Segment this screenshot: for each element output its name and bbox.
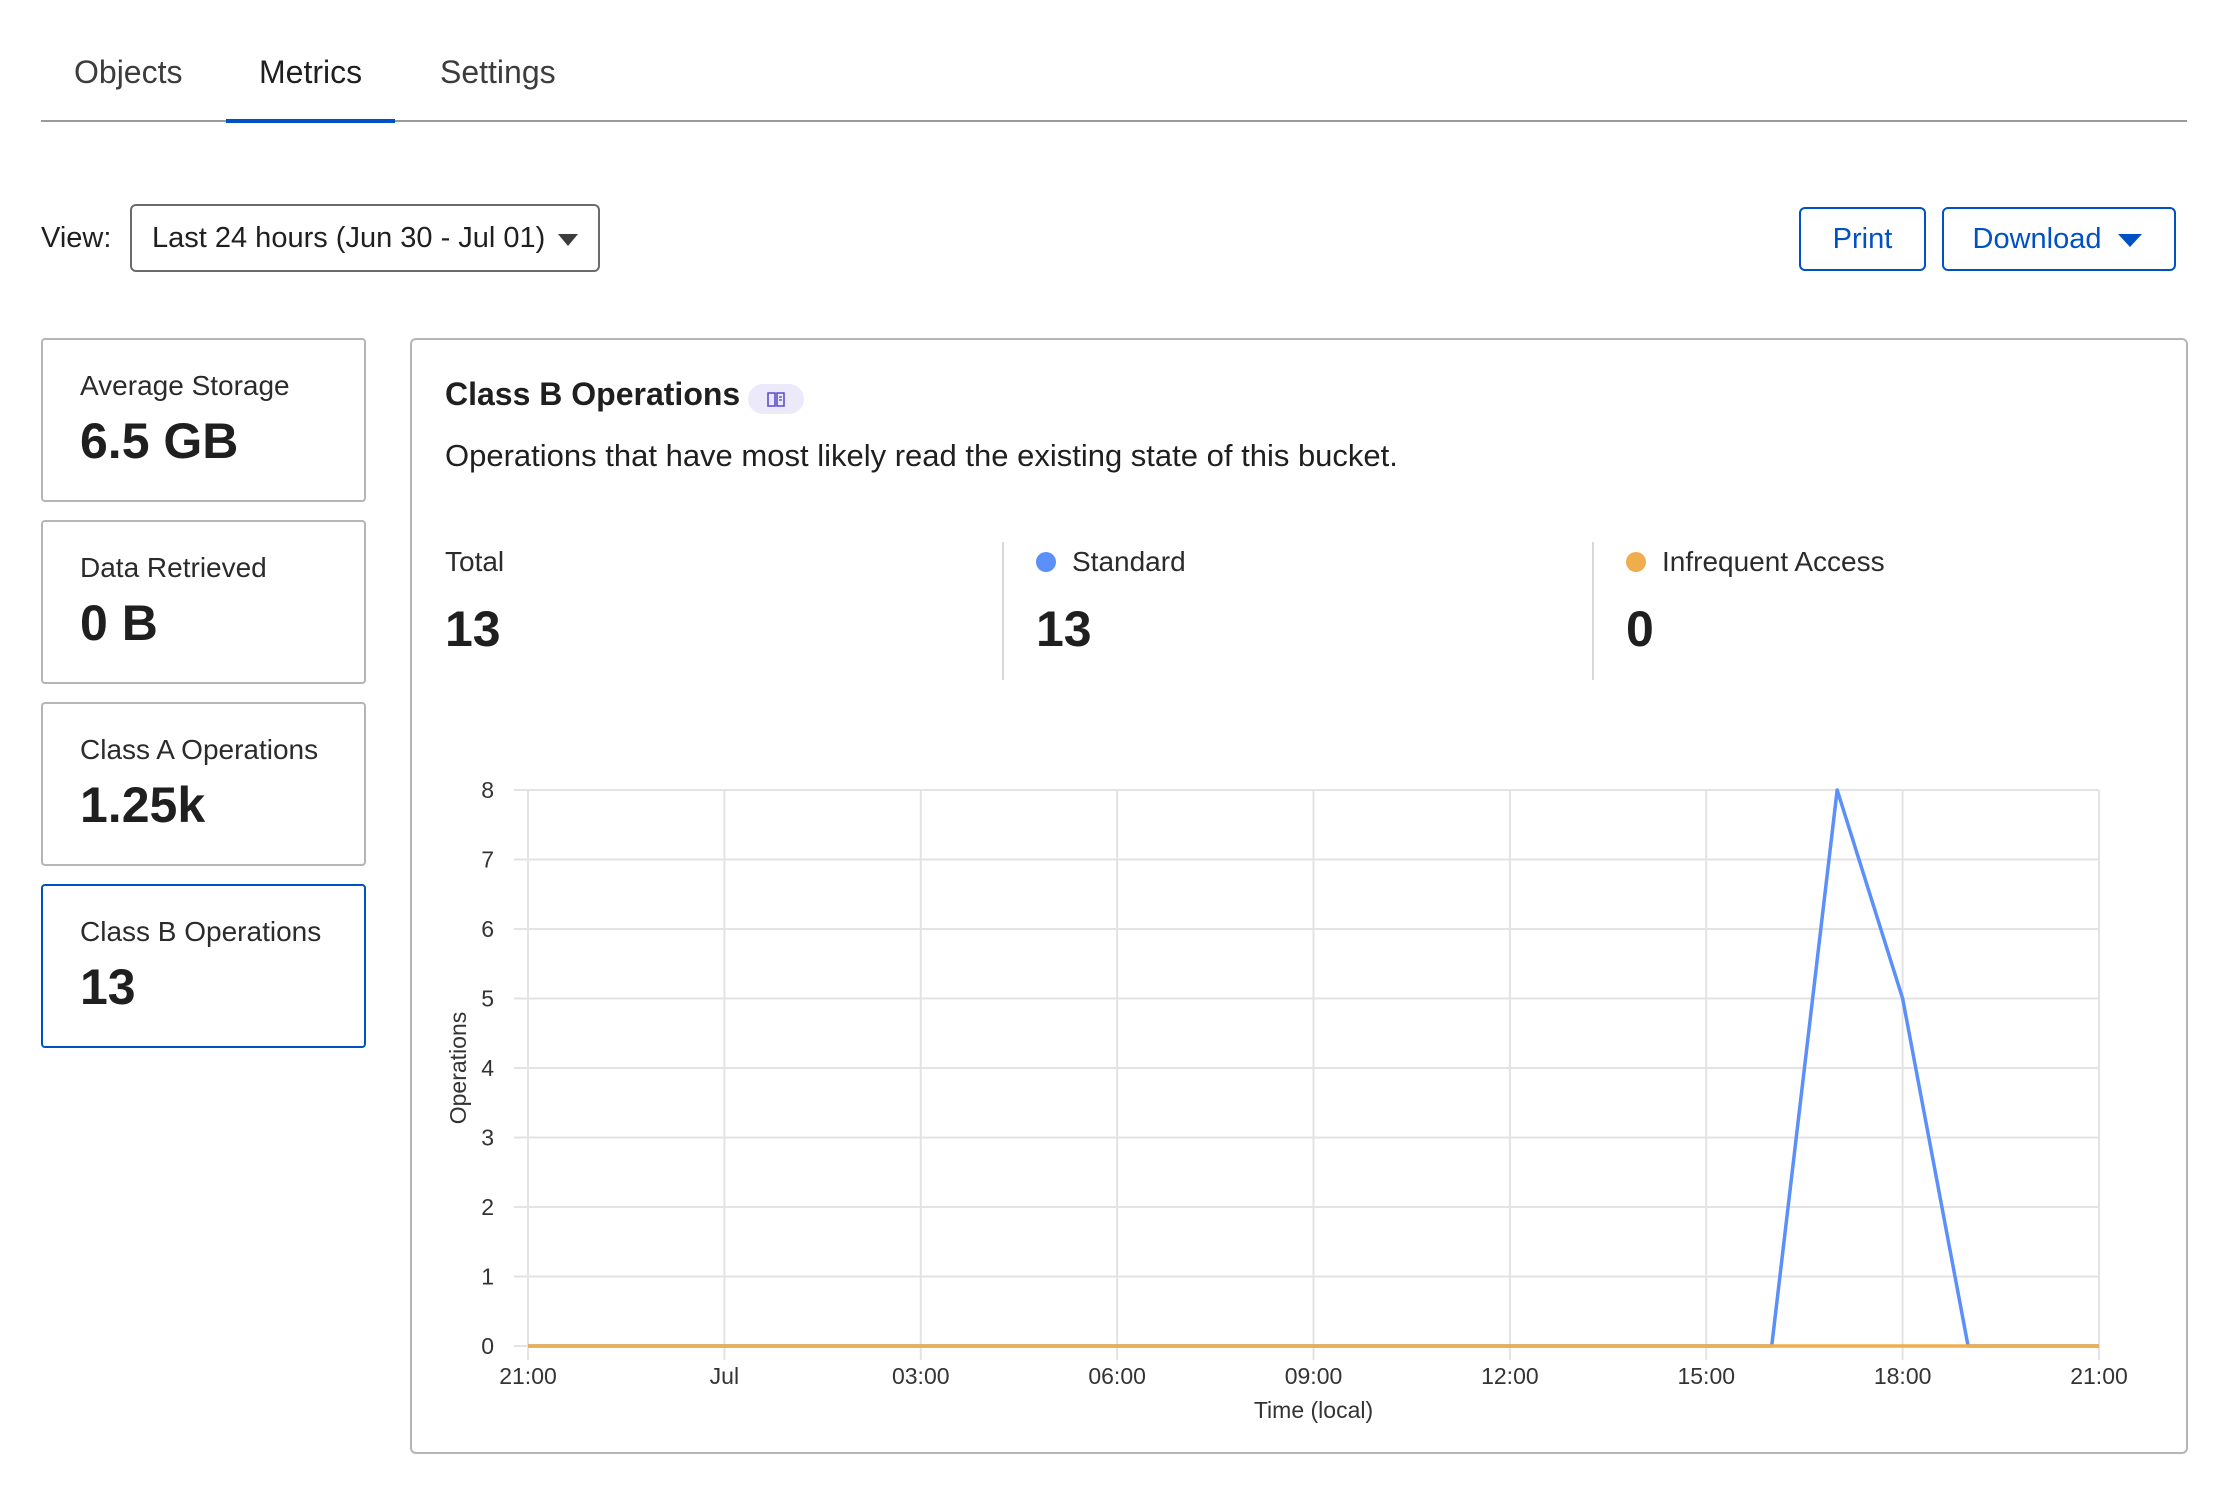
x-tick-label: Jul: [710, 1363, 739, 1389]
dropdown-caret-icon: [558, 234, 578, 246]
card-class-a-operations[interactable]: Class A Operations 1.25k: [41, 702, 366, 866]
download-button-label: Download: [1972, 223, 2102, 255]
card-data-retrieved[interactable]: Data Retrieved 0 B: [41, 520, 366, 684]
card-label: Class B Operations: [80, 916, 322, 947]
tab-bar: Objects Metrics Settings: [41, 0, 2187, 123]
x-tick-label: 15:00: [1677, 1363, 1735, 1389]
y-tick-label: 8: [481, 777, 494, 803]
card-label: Class A Operations: [80, 734, 319, 765]
view-label: View:: [41, 222, 112, 254]
x-tick-label: 12:00: [1481, 1363, 1539, 1389]
card-value: 6.5 GB: [80, 413, 239, 469]
card-label: Average Storage: [80, 370, 290, 401]
y-tick-label: 7: [481, 847, 494, 873]
view-select-value: Last 24 hours (Jun 30 - Jul 01): [152, 222, 546, 254]
x-tick-label: 06:00: [1088, 1363, 1146, 1389]
operations-line-chart: 0 1 2 3 4 5 6 7 8 21:00 Jul 03:00 06:00 09:00 12:00 15:…: [445, 777, 2128, 1423]
card-value: 0 B: [80, 595, 158, 651]
y-tick-label: 6: [481, 916, 494, 942]
card-value: 13: [80, 959, 136, 1015]
x-tick-label: 18:00: [1874, 1363, 1932, 1389]
x-tick-label: 21:00: [2070, 1363, 2128, 1389]
y-tick-label: 0: [481, 1333, 494, 1359]
download-button[interactable]: Download: [1942, 207, 2176, 271]
x-axis-label: Time (local): [1254, 1397, 1373, 1423]
card-average-storage[interactable]: Average Storage 6.5 GB: [41, 338, 366, 502]
y-tick-label: 5: [481, 986, 494, 1012]
x-tick-label: 09:00: [1285, 1363, 1343, 1389]
x-tick-label: 03:00: [892, 1363, 950, 1389]
tab-settings[interactable]: Settings: [407, 50, 589, 120]
y-axis-label: Operations: [445, 1012, 471, 1125]
card-value: 1.25k: [80, 777, 206, 833]
card-label: Data Retrieved: [80, 552, 267, 583]
print-button[interactable]: Print: [1799, 207, 1926, 271]
y-tick-label: 3: [481, 1125, 494, 1151]
y-tick-label: 4: [481, 1055, 494, 1081]
metrics-panel: Class B Operations Operations that have …: [410, 338, 2188, 1454]
tab-objects[interactable]: Objects: [41, 50, 215, 120]
y-tick-label: 2: [481, 1194, 494, 1220]
x-tick-label: 21:00: [499, 1363, 557, 1389]
view-select[interactable]: Last 24 hours (Jun 30 - Jul 01): [130, 204, 600, 272]
tab-metrics[interactable]: Metrics: [226, 50, 396, 123]
y-tick-label: 1: [481, 1264, 494, 1290]
card-class-b-operations[interactable]: Class B Operations 13: [41, 884, 366, 1048]
chevron-down-icon: [2118, 234, 2142, 247]
